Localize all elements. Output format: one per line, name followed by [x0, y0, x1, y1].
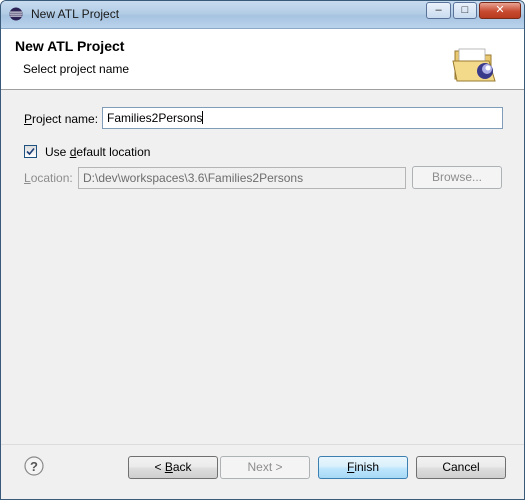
close-button[interactable]: ✕ [479, 2, 521, 19]
minimize-icon: – [435, 4, 442, 16]
back-button-mnemonic: B [164, 460, 173, 474]
location-label-mnemonic: L [24, 171, 31, 185]
open-folder-wizard-icon [452, 48, 496, 82]
use-default-location-label-text: efault location [76, 145, 151, 159]
title-bar[interactable]: New ATL Project – □ ✕ [1, 1, 524, 29]
checkmark-icon [26, 147, 35, 156]
location-input[interactable]: D:\dev\workspaces\3.6\Families2Persons [78, 167, 406, 189]
cancel-button[interactable]: Cancel [416, 456, 506, 479]
back-button[interactable]: < Back [128, 456, 218, 479]
location-value: D:\dev\workspaces\3.6\Families2Persons [83, 171, 304, 185]
wizard-window: New ATL Project – □ ✕ New ATL Project Se… [0, 0, 525, 500]
project-name-input[interactable]: Families2Persons [102, 107, 503, 129]
eclipse-icon [9, 7, 23, 21]
finish-button-text: inish [354, 460, 380, 474]
browse-button[interactable]: Browse... [412, 166, 502, 189]
footer-separator [1, 444, 524, 445]
help-icon[interactable]: ? [24, 456, 44, 476]
minimize-button[interactable]: – [426, 2, 451, 19]
window-title: New ATL Project [31, 7, 120, 21]
maximize-icon: □ [461, 4, 469, 16]
use-default-location-label[interactable]: Use default location [45, 145, 150, 159]
project-name-label-mnemonic: P [24, 112, 33, 126]
page-description: Select project name [23, 62, 130, 76]
svg-text:?: ? [30, 459, 38, 474]
text-caret [202, 111, 204, 124]
maximize-button[interactable]: □ [453, 2, 477, 19]
location-label-text: ocation: [30, 171, 73, 185]
back-button-prefix: < [154, 460, 165, 474]
back-button-text: ack [172, 460, 192, 474]
project-name-label-text: roject name: [32, 112, 99, 126]
wizard-header: New ATL Project Select project name [1, 29, 524, 90]
project-name-label: Project name: [24, 112, 98, 126]
page-title: New ATL Project [15, 38, 125, 54]
use-default-location-label-start: Use [45, 145, 70, 159]
location-label: Location: [24, 171, 73, 185]
project-name-value: Families2Persons [107, 111, 203, 125]
use-default-location-checkbox[interactable] [24, 145, 37, 158]
close-icon: ✕ [495, 4, 505, 16]
finish-button[interactable]: Finish [318, 456, 408, 479]
next-button[interactable]: Next > [220, 456, 310, 479]
